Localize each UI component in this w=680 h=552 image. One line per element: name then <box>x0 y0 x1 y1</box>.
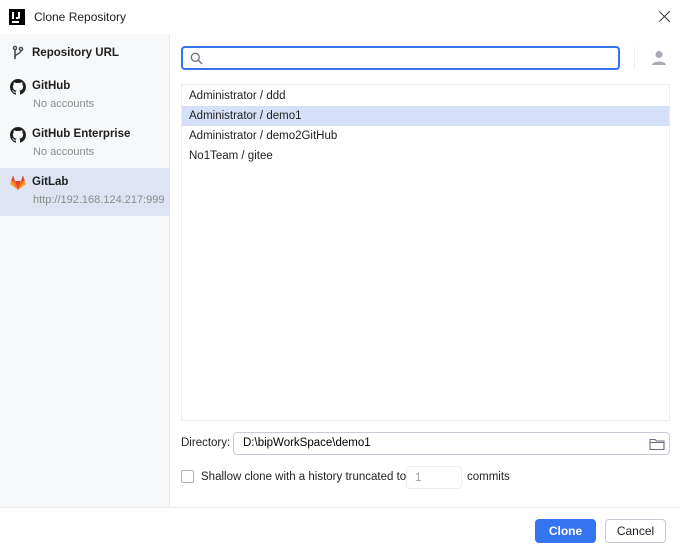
directory-input[interactable] <box>241 436 645 450</box>
search-icon <box>190 52 203 65</box>
shallow-clone-checkbox[interactable] <box>181 470 194 483</box>
folder-icon[interactable] <box>649 437 665 451</box>
list-item[interactable]: Administrator / demo1 <box>182 106 669 126</box>
directory-label: Directory: <box>181 437 231 449</box>
sidebar-item-github-enterprise[interactable]: GitHub Enterprise No accounts <box>0 120 170 168</box>
search-input[interactable] <box>209 50 613 68</box>
repository-list[interactable]: Administrator / ddd Administrator / demo… <box>181 84 670 421</box>
sidebar-item-gitlab[interactable]: GitLab http://192.168.124.217:999 <box>0 168 170 216</box>
vcs-branch-icon <box>12 45 24 59</box>
sidebar-item-github[interactable]: GitHub No accounts <box>0 72 170 120</box>
title-bar: Clone Repository <box>0 0 680 34</box>
sidebar-item-subtitle: No accounts <box>33 146 95 158</box>
sidebar: Repository URL GitHub No accounts GitHub… <box>0 34 170 507</box>
sidebar-item-subtitle: http://192.168.124.217:999 <box>33 194 165 206</box>
user-account-icon[interactable] <box>650 49 668 67</box>
sidebar-item-subtitle: No accounts <box>33 98 95 110</box>
list-item[interactable]: No1Team / gitee <box>182 146 669 166</box>
github-icon <box>10 127 26 143</box>
dialog-footer: Clone Cancel <box>0 507 680 552</box>
commits-label: commits <box>467 471 510 483</box>
main-panel: Administrator / ddd Administrator / demo… <box>170 34 680 507</box>
intellij-app-icon <box>9 9 25 25</box>
shallow-clone-label: Shallow clone with a history truncated t… <box>201 471 407 483</box>
sidebar-item-label: Repository URL <box>32 47 119 59</box>
toolbar-divider <box>634 47 635 70</box>
directory-field[interactable] <box>233 432 670 455</box>
close-icon[interactable] <box>656 8 674 26</box>
list-item[interactable]: Administrator / ddd <box>182 86 669 106</box>
cancel-button[interactable]: Cancel <box>605 519 666 543</box>
clone-depth-input[interactable] <box>406 466 462 489</box>
sidebar-item-label: GitHub <box>32 80 71 92</box>
list-item[interactable]: Administrator / demo2GitHub <box>182 126 669 146</box>
sidebar-item-repository-url[interactable]: Repository URL <box>0 34 170 72</box>
search-field[interactable] <box>181 46 620 70</box>
sidebar-item-label: GitLab <box>32 176 69 188</box>
github-icon <box>10 79 26 95</box>
window-title: Clone Repository <box>34 10 127 24</box>
sidebar-item-label: GitHub Enterprise <box>32 128 131 140</box>
clone-button[interactable]: Clone <box>535 519 596 543</box>
gitlab-icon <box>10 175 26 190</box>
